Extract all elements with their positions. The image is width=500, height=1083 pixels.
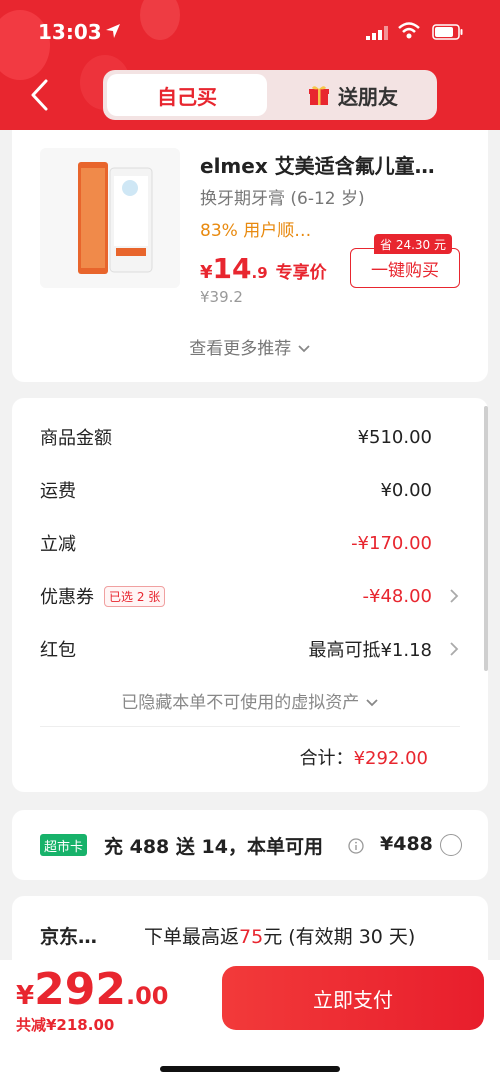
supermarket-card-radio[interactable]	[440, 834, 462, 856]
product-rating: 83% 用户顺…	[200, 221, 312, 241]
original-price: ¥39.2	[200, 288, 243, 306]
price-symbol: ¥	[200, 262, 213, 283]
chevron-right-icon	[450, 589, 459, 603]
hidden-assets-label: 已隐藏本单不可使用的虚拟资产	[121, 693, 360, 713]
supermarket-card-offer[interactable]: 超市卡 充 488 送 14，本单可用 ¥488	[12, 810, 488, 880]
product-price: ¥14.9 专享价	[200, 252, 327, 285]
row-label: 立减	[40, 534, 76, 555]
jd-card-name: 京东…	[40, 926, 98, 948]
jd-desc-pre: 下单最高返	[144, 926, 240, 948]
product-title[interactable]: elmex 艾美适含氟儿童…	[200, 150, 470, 179]
pay-total: ¥292.00	[16, 964, 168, 1015]
tab-gift-label: 送朋友	[338, 84, 398, 109]
row-value: -¥170.00	[351, 532, 432, 554]
chevron-right-icon	[450, 642, 459, 656]
one-click-buy-button[interactable]: 一键购买	[350, 248, 460, 288]
wifi-icon	[398, 22, 420, 39]
row-value: -¥48.00	[362, 585, 432, 607]
row-value: ¥0.00	[380, 479, 432, 501]
info-icon[interactable]	[348, 838, 364, 854]
status-time: 13:03	[38, 20, 102, 44]
total-saved: 共减¥218.00	[16, 1016, 115, 1034]
order-summary-card: 商品金额 ¥510.00 运费 ¥0.00 立减 -¥170.00 优惠券 已选…	[12, 398, 488, 792]
see-more-label: 查看更多推荐	[189, 339, 292, 359]
price-integer: 14	[212, 252, 252, 285]
coupon-selected-tag: 已选 2 张	[104, 585, 166, 607]
supermarket-card-price: ¥488	[380, 833, 433, 855]
total-value: ¥292.00	[353, 748, 428, 769]
pay-total-symbol: ¥	[16, 981, 35, 1011]
jd-desc-amount: 75	[239, 926, 264, 948]
recommended-product-card: elmex 艾美适含氟儿童… 换牙期牙膏 (6-12 岁) 83% 用户顺… ¥…	[12, 130, 488, 382]
bottom-pay-bar: ¥292.00 共减¥218.00 立即支付	[0, 960, 500, 1083]
location-arrow-icon	[106, 24, 120, 38]
row-label: 优惠券	[40, 587, 94, 608]
back-arrow-icon[interactable]	[28, 78, 52, 112]
gift-icon	[309, 86, 329, 105]
product-image[interactable]	[40, 148, 180, 288]
supermarket-card-badge: 超市卡	[40, 834, 88, 856]
summary-row-coupon[interactable]: 优惠券 已选 2 张 -¥48.00	[40, 581, 460, 611]
tab-self-buy[interactable]: 自己买	[107, 74, 267, 116]
summary-row-shipping: 运费 ¥0.00	[40, 475, 460, 505]
order-total: 合计：¥292.00	[300, 744, 428, 770]
summary-row-red-packet[interactable]: 红包 最高可抵¥1.18	[40, 634, 460, 664]
savings-badge: 省 24.30 元	[374, 234, 452, 254]
total-label: 合计：	[299, 748, 354, 769]
summary-row-goods: 商品金额 ¥510.00	[40, 422, 460, 452]
jd-rebate-desc: 下单最高返75元 (有效期 30 天)	[144, 922, 415, 949]
summary-row-discount: 立减 -¥170.00	[40, 528, 460, 558]
jd-desc-post: 元 (有效期 30 天)	[263, 926, 416, 948]
battery-icon	[432, 24, 463, 40]
row-label: 红包	[40, 640, 76, 661]
chevron-down-icon	[366, 699, 378, 707]
see-more-recommendations[interactable]: 查看更多推荐	[12, 334, 488, 359]
scrollbar[interactable]	[484, 406, 488, 671]
price-decimal: .9	[251, 264, 268, 282]
pay-total-integer: 292	[34, 964, 126, 1015]
supermarket-offer-text: 充 488 送 14，本单可用	[104, 836, 323, 858]
purchase-mode-switch: 自己买 送朋友	[103, 70, 437, 120]
row-label: 运费	[40, 481, 76, 502]
home-indicator[interactable]	[160, 1066, 340, 1072]
hidden-assets-toggle[interactable]: 已隐藏本单不可使用的虚拟资产	[12, 688, 488, 713]
signal-icon	[366, 26, 388, 40]
exclusive-price-tag: 专享价	[275, 263, 327, 283]
row-value: ¥510.00	[357, 426, 432, 448]
product-subtitle: 换牙期牙膏 (6-12 岁)	[200, 189, 365, 209]
pay-now-button[interactable]: 立即支付	[222, 966, 484, 1030]
tab-gift-friend[interactable]: 送朋友	[273, 74, 433, 116]
status-bar: 13:03	[0, 18, 500, 48]
divider	[40, 726, 460, 727]
row-value: 最高可抵¥1.18	[308, 640, 432, 661]
row-label: 商品金额	[40, 428, 112, 449]
pay-total-decimal: .00	[125, 982, 169, 1010]
chevron-down-icon	[298, 345, 310, 353]
header: 13:03 自己买 送朋友	[0, 0, 500, 130]
